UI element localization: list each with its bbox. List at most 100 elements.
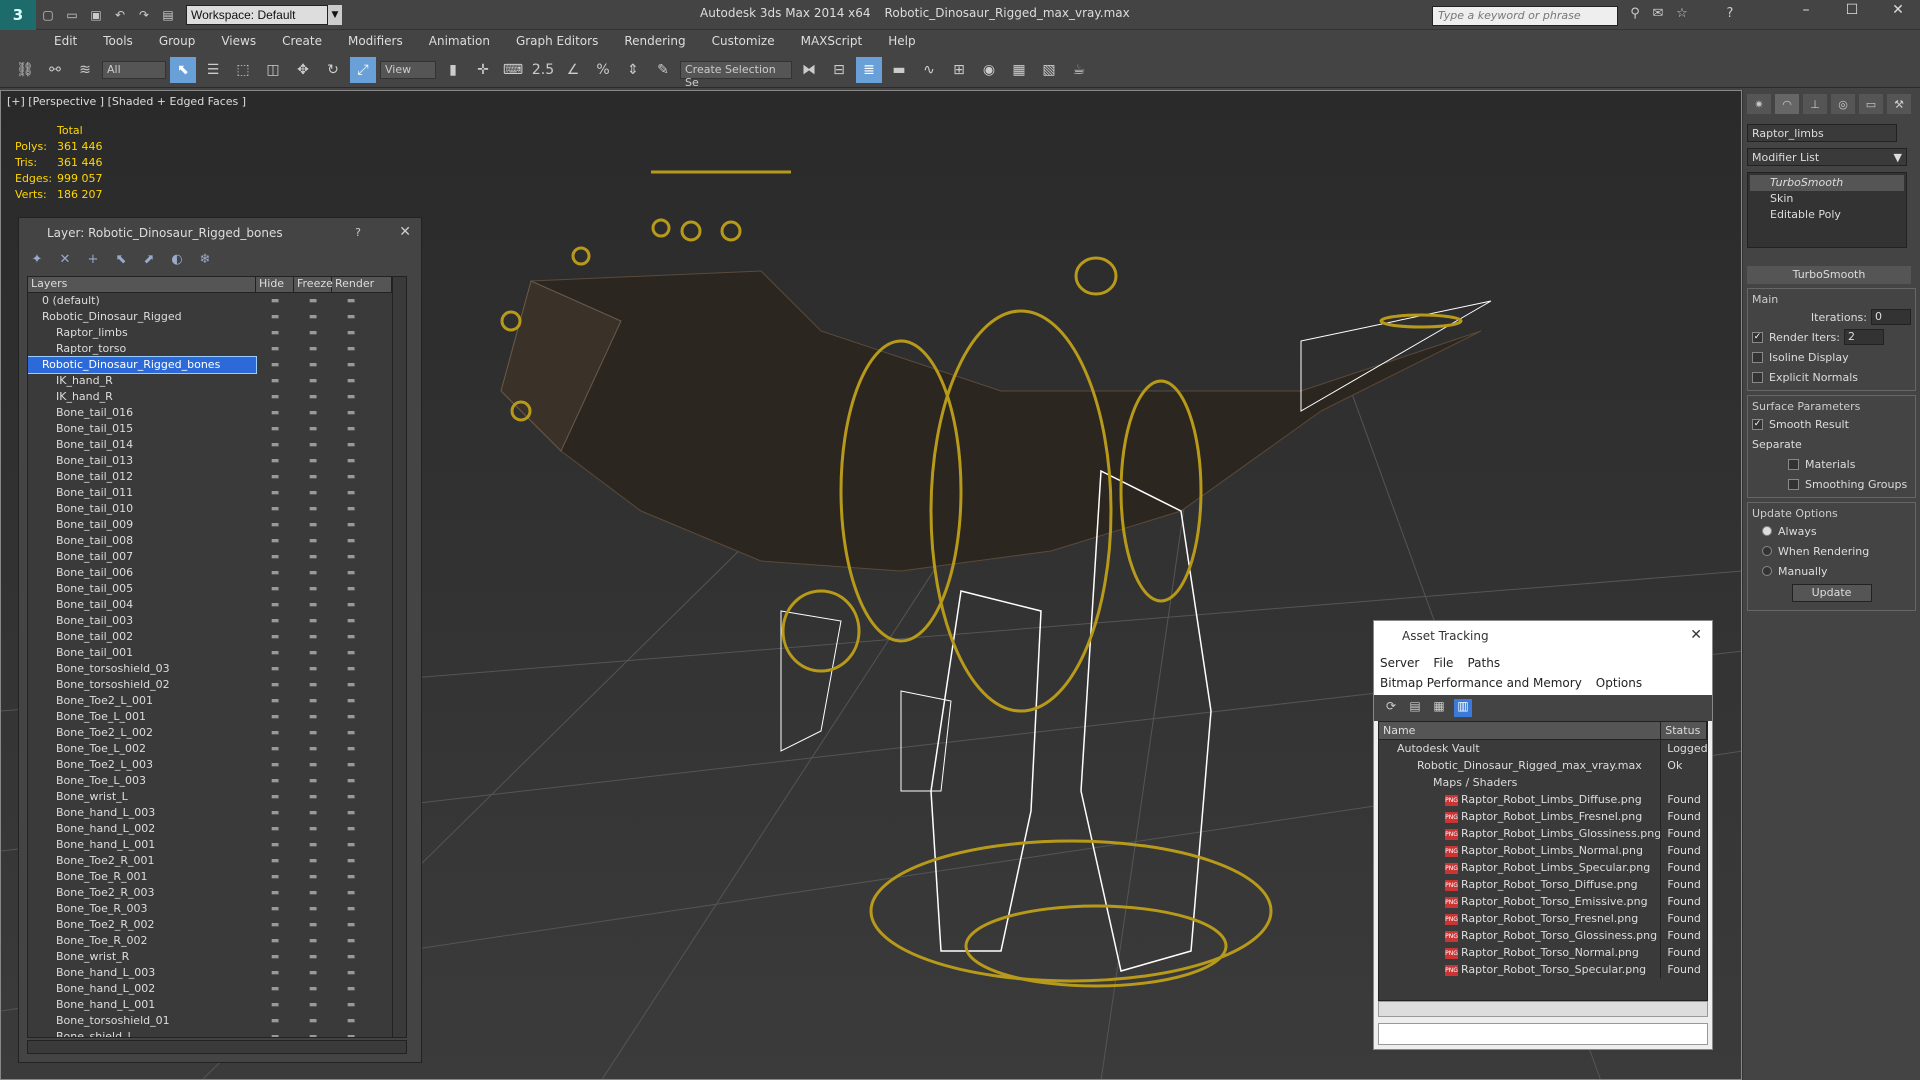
layer-row[interactable]: Bone_tail_004 ▬ ▬ ▬ — [28, 597, 406, 613]
layer-name[interactable]: Bone_Toe2_R_003 — [28, 885, 256, 901]
layer-render-toggle[interactable]: ▬ — [332, 581, 370, 597]
layer-row[interactable]: Bone_tail_001 ▬ ▬ ▬ — [28, 645, 406, 661]
layer-hide-toggle[interactable]: ▬ — [256, 885, 294, 901]
asset-row[interactable]: Maps / Shaders — [1379, 774, 1707, 791]
layer-freeze-toggle[interactable]: ▬ — [294, 981, 332, 997]
layer-render-toggle[interactable]: ▬ — [332, 421, 370, 437]
layer-render-toggle[interactable]: ▬ — [332, 853, 370, 869]
layer-render-toggle[interactable]: ▬ — [332, 309, 370, 325]
layer-row[interactable]: Bone_Toe2_L_003 ▬ ▬ ▬ — [28, 757, 406, 773]
layer-row[interactable]: Bone_hand_L_002 ▬ ▬ ▬ — [28, 981, 406, 997]
asset-row[interactable]: PNG Raptor_Robot_Torso_Glossiness.png Foun… — [1379, 927, 1707, 944]
layer-render-toggle[interactable]: ▬ — [332, 533, 370, 549]
layer-name[interactable]: Bone_tail_008 — [28, 533, 256, 549]
layer-name[interactable]: Bone_wrist_L — [28, 789, 256, 805]
layer-name[interactable]: Bone_tail_010 — [28, 501, 256, 517]
smoothing-groups-checkbox[interactable] — [1788, 478, 1799, 490]
layer-row[interactable]: Bone_tail_008 ▬ ▬ ▬ — [28, 533, 406, 549]
snap-toggle-icon[interactable]: 2.5 — [530, 57, 556, 83]
bind-spacewarp-icon[interactable]: ≋ — [72, 57, 98, 83]
layer-freeze-toggle[interactable]: ▬ — [294, 581, 332, 597]
layer-hide-toggle[interactable]: ▬ — [256, 949, 294, 965]
menu-rendering[interactable]: Rendering — [624, 34, 685, 48]
layer-name[interactable]: Bone_tail_003 — [28, 613, 256, 629]
layer-hide-toggle[interactable]: ▬ — [256, 565, 294, 581]
when-rendering-radio[interactable] — [1762, 546, 1772, 556]
manipulate-icon[interactable]: ✛ — [470, 57, 496, 83]
utilities-tab-icon[interactable]: ⚒ — [1887, 94, 1911, 114]
layer-hide-toggle[interactable]: ▬ — [256, 469, 294, 485]
modifier-list-select[interactable]: Modifier List ▼ — [1747, 148, 1907, 166]
close-icon[interactable]: ✕ — [399, 224, 411, 240]
layer-row[interactable]: Bone_tail_016 ▬ ▬ ▬ — [28, 405, 406, 421]
layer-hide-toggle[interactable]: ▬ — [256, 613, 294, 629]
help-icon[interactable]: ? — [355, 226, 361, 239]
layer-freeze-toggle[interactable]: ▬ — [294, 357, 332, 373]
asset-row[interactable]: PNG Raptor_Robot_Torso_Specular.png Found — [1379, 961, 1707, 978]
layer-hide-toggle[interactable]: ▬ — [256, 709, 294, 725]
layer-render-toggle[interactable]: ▬ — [332, 773, 370, 789]
layer-render-toggle[interactable]: ▬ — [332, 917, 370, 933]
reference-coord-select[interactable]: View — [380, 60, 436, 79]
layer-hide-toggle[interactable]: ▬ — [256, 405, 294, 421]
layer-freeze-toggle[interactable]: ▬ — [294, 933, 332, 949]
asset-row[interactable]: Autodesk Vault Logged O — [1379, 740, 1707, 757]
smooth-result-checkbox[interactable]: ✓ — [1752, 418, 1763, 430]
hide-all-icon[interactable]: ◐ — [167, 252, 187, 270]
asset-row[interactable]: PNG Raptor_Robot_Limbs_Normal.png Found — [1379, 842, 1707, 859]
highlight-selected-icon[interactable]: ⬈ — [139, 252, 159, 270]
layer-freeze-toggle[interactable]: ▬ — [294, 613, 332, 629]
viewport-label[interactable]: [+] [Perspective ] [Shaded + Edged Faces… — [7, 95, 246, 108]
col-layers[interactable]: Layers — [28, 277, 256, 292]
isoline-checkbox[interactable] — [1752, 351, 1763, 363]
layer-row[interactable]: IK_hand_R ▬ ▬ ▬ — [28, 373, 406, 389]
render-iters-spinner[interactable]: 2 — [1843, 329, 1884, 345]
layer-row[interactable]: Bone_torsoshield_01 ▬ ▬ ▬ — [28, 1013, 406, 1029]
layer-row[interactable]: Bone_tail_015 ▬ ▬ ▬ — [28, 421, 406, 437]
layer-render-toggle[interactable]: ▬ — [332, 565, 370, 581]
layer-row[interactable]: Bone_wrist_L ▬ ▬ ▬ — [28, 789, 406, 805]
scale-icon[interactable]: ⤢ — [350, 56, 376, 83]
layer-render-toggle[interactable]: ▬ — [332, 677, 370, 693]
layer-name[interactable]: Bone_shield_l — [28, 1029, 256, 1037]
layer-name[interactable]: Bone_torsoshield_03 — [28, 661, 256, 677]
layer-manager-icon[interactable]: ≣ — [856, 56, 882, 83]
menu-help[interactable]: Help — [888, 34, 915, 48]
layer-name[interactable]: Bone_Toe_L_002 — [28, 741, 256, 757]
object-name-field[interactable]: Raptor_limbs — [1747, 124, 1897, 142]
chevron-down-icon[interactable]: ▼ — [328, 4, 342, 25]
layer-row[interactable]: Bone_Toe_R_001 ▬ ▬ ▬ — [28, 869, 406, 885]
favorites-icon[interactable]: ☆ — [1672, 6, 1692, 26]
layer-freeze-toggle[interactable]: ▬ — [294, 645, 332, 661]
create-layer-icon[interactable]: ✦ — [27, 252, 47, 270]
layer-render-toggle[interactable]: ▬ — [332, 757, 370, 773]
render-setup-icon[interactable]: ▦ — [1006, 57, 1032, 83]
layer-freeze-toggle[interactable]: ▬ — [294, 1013, 332, 1029]
layer-row[interactable]: Bone_tail_002 ▬ ▬ ▬ — [28, 629, 406, 645]
asset-menu-file[interactable]: File — [1433, 653, 1453, 673]
explicit-normals-checkbox[interactable] — [1752, 371, 1763, 383]
menu-graph-editors[interactable]: Graph Editors — [516, 34, 598, 48]
layer-freeze-toggle[interactable]: ▬ — [294, 437, 332, 453]
asset-row[interactable]: PNG Raptor_Robot_Torso_Normal.png Found — [1379, 944, 1707, 961]
layer-freeze-toggle[interactable]: ▬ — [294, 741, 332, 757]
layer-freeze-toggle[interactable]: ▬ — [294, 965, 332, 981]
layer-name[interactable]: Raptor_torso — [28, 341, 256, 357]
always-radio[interactable] — [1762, 526, 1772, 536]
new-file-icon[interactable]: ▢ — [38, 5, 58, 25]
layer-hide-toggle[interactable]: ▬ — [256, 741, 294, 757]
hierarchy-tab-icon[interactable]: ⊥ — [1803, 94, 1827, 114]
layer-freeze-toggle[interactable]: ▬ — [294, 885, 332, 901]
layer-name[interactable]: Bone_Toe_R_003 — [28, 901, 256, 917]
layer-name[interactable]: Bone_hand_L_001 — [28, 837, 256, 853]
add-to-layer-icon[interactable]: + — [83, 252, 103, 270]
asset-menu-paths[interactable]: Paths — [1467, 653, 1500, 673]
workspace-select[interactable]: Workspace: Default — [186, 4, 328, 25]
horizontal-scrollbar[interactable] — [27, 1040, 407, 1054]
layer-row[interactable]: Robotic_Dinosaur_Rigged ▬ ▬ ▬ — [28, 309, 406, 325]
layer-freeze-toggle[interactable]: ▬ — [294, 469, 332, 485]
layer-hide-toggle[interactable]: ▬ — [256, 901, 294, 917]
layer-name[interactable]: Bone_tail_001 — [28, 645, 256, 661]
layer-freeze-toggle[interactable]: ▬ — [294, 709, 332, 725]
layer-freeze-toggle[interactable]: ▬ — [294, 901, 332, 917]
